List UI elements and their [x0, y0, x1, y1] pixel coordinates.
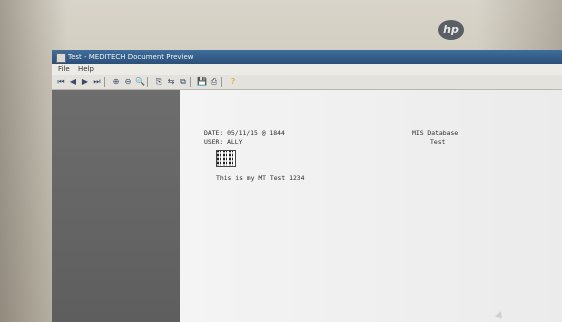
last-page-icon[interactable]: ⏭	[92, 77, 102, 87]
copy-icon[interactable]: ⎘	[154, 77, 164, 87]
app-icon	[56, 53, 66, 63]
find-icon[interactable]: ⇆	[166, 77, 176, 87]
print-icon[interactable]: ⎙	[209, 77, 219, 87]
toolbar: ⏮ ◀ ▶ ⏭ ⊕ ⊖ 🔍 ⎘ ⇆ ⧉ 💾 ⎙ ?	[52, 75, 562, 90]
save-icon[interactable]: 💾	[197, 77, 207, 87]
date-line: DATE: 05/11/15 @ 1844	[204, 129, 285, 137]
document-page: DATE: 05/11/15 @ 1844 USER: ALLY MIS Dat…	[180, 90, 562, 322]
zoom-in-icon[interactable]: ⊕	[111, 77, 121, 87]
first-page-icon[interactable]: ⏮	[56, 77, 66, 87]
window-title: Test - MEDITECH Document Preview	[68, 53, 194, 61]
toolbar-separator	[190, 77, 195, 87]
thumbnail-pane[interactable]	[52, 90, 180, 322]
window-titlebar: Test - MEDITECH Document Preview	[52, 50, 562, 64]
user-line: USER: ALLY	[204, 138, 243, 146]
menu-file[interactable]: File	[58, 65, 70, 73]
database-sub: Test	[430, 138, 446, 146]
database-name: MIS Database	[412, 129, 459, 137]
paste-icon[interactable]: ⧉	[178, 77, 188, 87]
zoom-icon[interactable]: 🔍	[135, 77, 145, 87]
barcode-image	[216, 150, 236, 167]
menu-help[interactable]: Help	[78, 65, 94, 73]
hp-logo-icon: hp	[438, 20, 464, 40]
help-icon[interactable]: ?	[228, 77, 238, 87]
next-page-icon[interactable]: ▶	[80, 77, 90, 87]
toolbar-separator	[104, 77, 109, 87]
toolbar-separator	[221, 77, 226, 87]
menu-bar: File Help	[52, 64, 562, 75]
body-text: This is my MT Test 1234	[216, 174, 305, 182]
toolbar-separator	[147, 77, 152, 87]
prev-page-icon[interactable]: ◀	[68, 77, 78, 87]
zoom-out-icon[interactable]: ⊖	[123, 77, 133, 87]
screen: Test - MEDITECH Document Preview File He…	[52, 50, 562, 322]
